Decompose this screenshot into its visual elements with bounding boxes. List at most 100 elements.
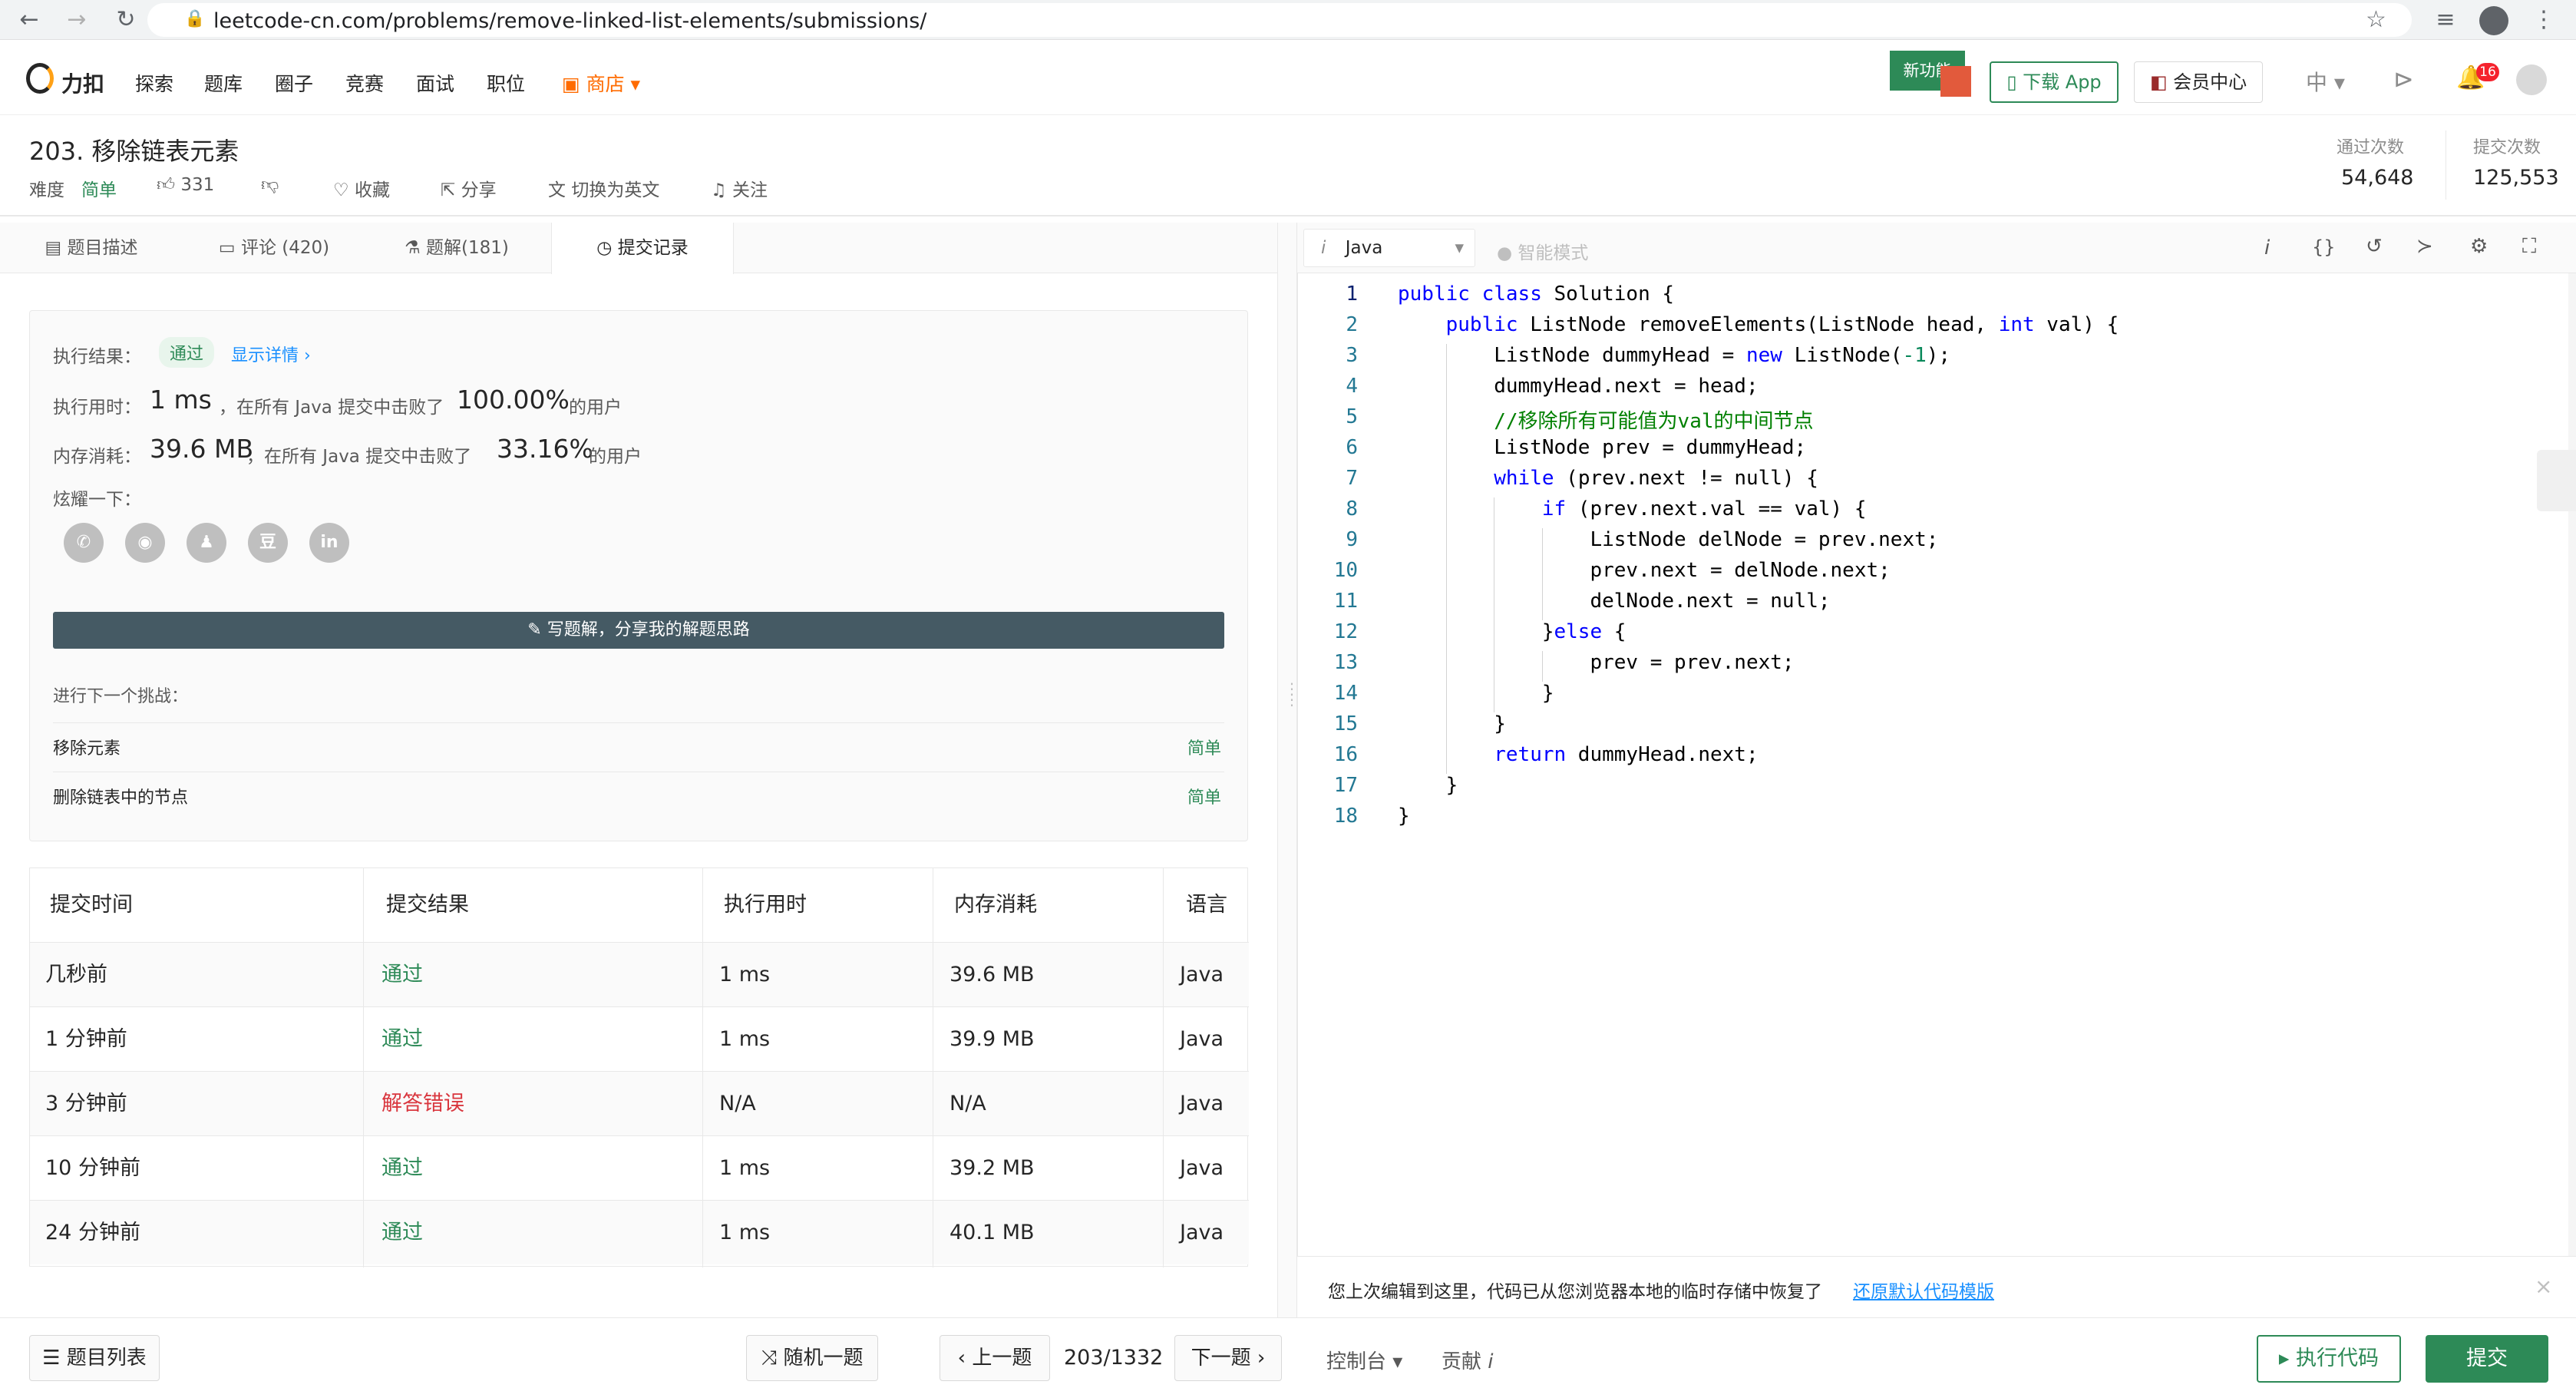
code-line[interactable]: if (prev.next.val == val) { xyxy=(1398,497,1867,520)
tab-solutions[interactable]: ⚗ 题解(181) xyxy=(365,223,548,273)
language-select[interactable]: i Java ▾ xyxy=(1303,229,1475,267)
memory-label: 内存消耗： xyxy=(53,447,141,467)
reading-list-icon[interactable]: ≡ xyxy=(2432,6,2459,34)
scrollbar[interactable] xyxy=(2568,273,2576,1256)
restore-default-link[interactable]: 还原默认代码模版 xyxy=(1853,1277,1994,1303)
code-line[interactable]: //移除所有可能值为val的中间节点 xyxy=(1398,405,1813,434)
header-memory: 内存消耗 xyxy=(954,893,1037,917)
nav-problems[interactable]: 题库 xyxy=(204,69,243,97)
share-button[interactable]: ⇱ 分享 xyxy=(441,175,497,201)
star-icon[interactable]: ☆ xyxy=(2366,6,2386,33)
nav-jobs[interactable]: 职位 xyxy=(487,69,525,97)
code-line[interactable]: prev = prev.next; xyxy=(1398,651,1794,674)
row-result[interactable]: 解答错误 xyxy=(381,1072,464,1136)
address-bar[interactable]: 🔒 leetcode-cn.com/problems/remove-linked… xyxy=(147,3,2412,37)
playground-icon[interactable]: ⊳ xyxy=(2393,64,2414,94)
next-challenge-2[interactable]: 删除链表中的节点 xyxy=(53,784,188,808)
terminal-icon[interactable]: ≻ xyxy=(2416,235,2433,258)
weibo-icon[interactable]: ◉ xyxy=(125,523,165,563)
reset-icon[interactable]: ↺ xyxy=(2366,235,2383,258)
row-memory: 39.9 MB xyxy=(949,1027,1035,1051)
wechat-icon[interactable]: ✆ xyxy=(64,523,104,563)
download-app-button[interactable]: ▯ 下载 App xyxy=(1990,61,2119,103)
row-runtime: N/A xyxy=(719,1092,756,1115)
prev-problem-button[interactable]: ‹ 上一题 xyxy=(940,1335,1050,1381)
nav-contest[interactable]: 竞赛 xyxy=(345,69,384,97)
code-line[interactable]: delNode.next = null; xyxy=(1398,590,1830,613)
code-line[interactable]: } xyxy=(1398,774,1458,797)
run-code-button[interactable]: ▸ 执行代码 xyxy=(2257,1335,2401,1383)
language-select[interactable]: 中 ▾ xyxy=(2306,66,2345,97)
submit-button[interactable]: 提交 xyxy=(2426,1335,2548,1383)
header-time: 提交时间 xyxy=(50,893,133,917)
code-line[interactable]: } xyxy=(1398,682,1554,705)
code-line[interactable]: public class Solution { xyxy=(1398,283,1674,306)
pane-resizer[interactable]: ⋮ ⋮ xyxy=(1277,223,1300,1317)
next-problem-button[interactable]: 下一题 › xyxy=(1174,1335,1282,1381)
settings-icon[interactable]: ⚙ xyxy=(2470,235,2488,258)
contribute-link[interactable]: 贡献 i xyxy=(1442,1346,1494,1374)
table-row[interactable]: 1 分钟前 通过 1 ms 39.9 MB Java xyxy=(30,1006,1249,1071)
tab-submissions[interactable]: ◷ 提交记录 xyxy=(551,223,734,274)
code-line[interactable]: dummyHead.next = head; xyxy=(1398,375,1758,398)
douban-icon[interactable]: 豆 xyxy=(248,523,288,563)
tab-description[interactable]: ▤ 题目描述 xyxy=(0,223,183,273)
url-text[interactable]: leetcode-cn.com/problems/remove-linked-l… xyxy=(213,9,926,33)
code-line[interactable]: prev.next = delNode.next; xyxy=(1398,559,1890,582)
side-panel-handle[interactable] xyxy=(2537,450,2576,511)
linkedin-icon[interactable]: in xyxy=(309,523,349,563)
table-row[interactable]: 24 分钟前 通过 1 ms 40.1 MB Java xyxy=(30,1200,1249,1264)
nav-interview[interactable]: 面试 xyxy=(416,69,454,97)
translate-icon: 文 xyxy=(548,180,566,200)
code-line[interactable]: ListNode prev = dummyHead; xyxy=(1398,436,1806,459)
table-row[interactable]: 几秒前 通过 1 ms 39.6 MB Java xyxy=(30,942,1249,1006)
smart-mode-toggle[interactable]: ● 智能模式 xyxy=(1497,238,1588,264)
reload-icon[interactable]: ↻ xyxy=(112,6,140,34)
code-line[interactable]: ListNode delNode = prev.next; xyxy=(1398,528,1938,551)
close-icon[interactable]: × xyxy=(2535,1274,2552,1299)
nav-explore[interactable]: 探索 xyxy=(135,69,173,97)
random-problem-button[interactable]: ⤨ 随机一题 xyxy=(746,1335,878,1381)
tab-comments[interactable]: ▭ 评论 (420) xyxy=(183,223,365,273)
code-line[interactable]: while (prev.next != null) { xyxy=(1398,467,1818,490)
code-editor[interactable]: 1 2 3 4 5 6 7 8 9 10 11 12 13 14 15 16 17 18 public class… xyxy=(1297,273,2576,1256)
nav-circle[interactable]: 圈子 xyxy=(275,69,313,97)
follow-button[interactable]: ♫ 关注 xyxy=(711,175,768,201)
vip-button[interactable]: ◧ 会员中心 xyxy=(2134,61,2263,103)
problem-list-button[interactable]: ☰ 题目列表 xyxy=(29,1335,160,1381)
logo-text[interactable]: 力扣 xyxy=(61,68,104,98)
tab-submissions-label: 提交记录 xyxy=(617,238,689,258)
code-line[interactable]: } xyxy=(1398,805,1410,828)
row-result[interactable]: 通过 xyxy=(381,1007,423,1072)
like-button[interactable]: 👍︎ 331 xyxy=(157,175,214,196)
format-braces-icon[interactable]: {} xyxy=(2312,236,2336,258)
show-details-link[interactable]: 显示详情 › xyxy=(231,342,311,366)
back-icon[interactable]: ← xyxy=(15,6,43,34)
switch-language-button[interactable]: 文 切换为英文 xyxy=(548,175,659,201)
code-line[interactable]: return dummyHead.next; xyxy=(1398,743,1758,766)
forward-icon[interactable]: → xyxy=(63,6,91,34)
nav-store[interactable]: ▣ 商店 ▾ xyxy=(562,69,640,97)
profile-icon[interactable] xyxy=(2479,6,2508,35)
table-row[interactable]: 10 分钟前 通过 1 ms 39.2 MB Java xyxy=(30,1135,1249,1200)
row-result[interactable]: 通过 xyxy=(381,1136,423,1201)
qq-icon[interactable]: ♟ xyxy=(187,523,226,563)
code-line[interactable]: public ListNode removeElements(ListNode … xyxy=(1398,313,2119,336)
row-result[interactable]: 通过 xyxy=(381,943,423,1007)
fullscreen-icon[interactable]: ⛶ xyxy=(2522,235,2536,259)
menu-icon[interactable]: ⋮ xyxy=(2530,6,2558,34)
avatar[interactable] xyxy=(2516,64,2547,95)
code-line[interactable]: } xyxy=(1398,712,1506,735)
info-icon[interactable]: i xyxy=(2264,236,2270,259)
row-result[interactable]: 通过 xyxy=(381,1201,423,1265)
next-challenge-1[interactable]: 移除元素 xyxy=(53,735,121,759)
browser-toolbar: ← → ↻ 🔒 leetcode-cn.com/problems/remove-… xyxy=(0,0,2576,40)
code-line[interactable]: }else { xyxy=(1398,620,1627,643)
write-solution-button[interactable]: ✎ 写题解，分享我的解题思路 xyxy=(53,612,1224,649)
favorite-button[interactable]: ♡ 收藏 xyxy=(333,175,390,201)
console-toggle[interactable]: 控制台 ▾ xyxy=(1326,1346,1402,1374)
code-line[interactable]: ListNode dummyHead = new ListNode(-1); xyxy=(1398,344,1950,367)
logo-icon[interactable] xyxy=(26,63,54,94)
thumbs-down-icon[interactable]: 👎︎ xyxy=(261,175,279,196)
table-row[interactable]: 3 分钟前 解答错误 N/A N/A Java xyxy=(30,1071,1249,1135)
